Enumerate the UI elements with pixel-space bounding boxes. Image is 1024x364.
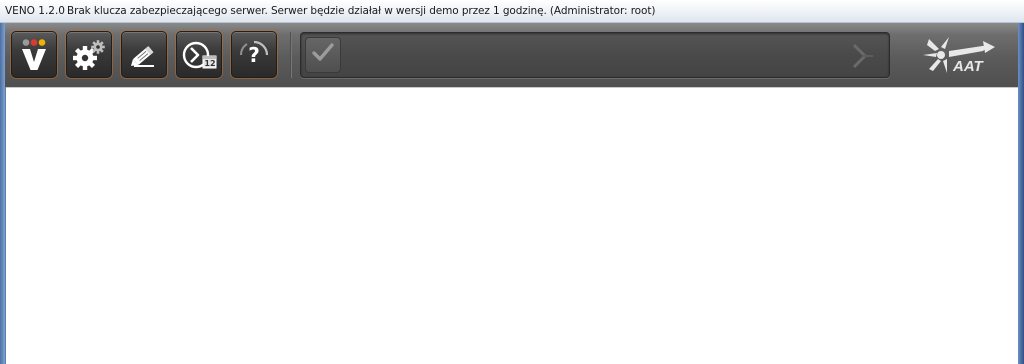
question-icon: ? [238, 39, 270, 71]
main-content-area [6, 87, 1018, 364]
aat-logo-icon: AAT [923, 37, 997, 79]
svg-text:AAT: AAT [952, 58, 985, 75]
pencil-icon [128, 39, 160, 71]
calendar-day-badge: 12 [204, 58, 216, 68]
checkmark-icon [311, 42, 335, 68]
clock-calendar-icon: 12 [181, 38, 217, 72]
toolbar-divider [290, 32, 292, 78]
chevron-right-icon[interactable] [849, 42, 875, 74]
confirm-button[interactable] [305, 37, 341, 73]
schedule-button[interactable]: 12 [176, 31, 222, 78]
settings-button[interactable] [66, 31, 112, 78]
veno-home-button[interactable] [11, 31, 57, 78]
main-toolbar: 12 ? AAT [5, 23, 1018, 87]
edit-button[interactable] [121, 31, 167, 78]
veno-logo-icon [19, 38, 49, 72]
help-button[interactable]: ? [231, 31, 277, 78]
gears-icon [72, 39, 106, 71]
app-title: VENO 1.2.0 [5, 5, 65, 17]
title-bar: VENO 1.2.0 Brak klucza zabezpieczającego… [0, 0, 1024, 23]
status-panel [300, 32, 890, 78]
window-frame-right [1018, 0, 1024, 364]
license-warning-message: Brak klucza zabezpieczającego serwer. Se… [67, 5, 656, 17]
